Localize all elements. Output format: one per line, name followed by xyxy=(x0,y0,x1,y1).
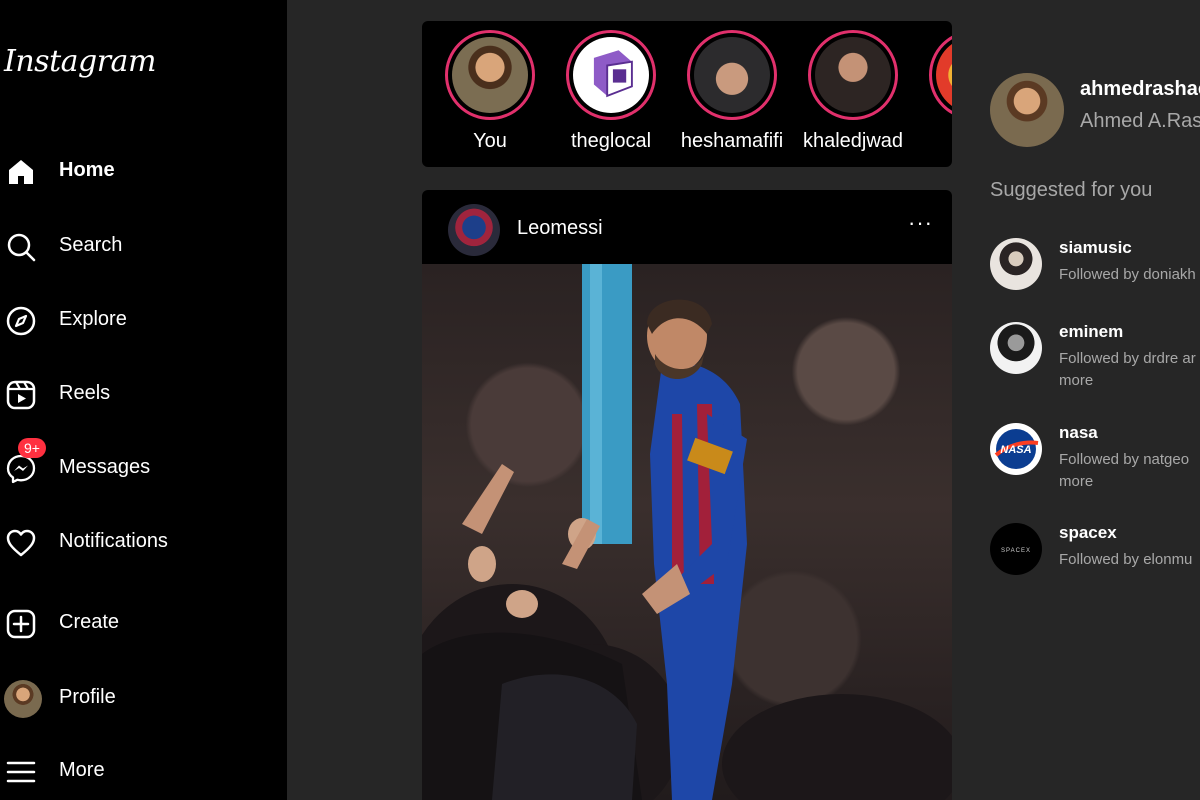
story-item[interactable]: zac xyxy=(906,30,952,160)
nav-home-label: Home xyxy=(59,159,115,181)
story-item[interactable]: khaledjwad xyxy=(785,30,905,160)
nav-create[interactable]: Create xyxy=(0,603,287,643)
suggestion-username[interactable]: siamusic xyxy=(1059,238,1132,258)
post-author-avatar[interactable] xyxy=(448,204,500,256)
nav-create-label: Create xyxy=(59,611,120,633)
suggestion-item[interactable]: siamusic Followed by doniakh xyxy=(990,238,1200,308)
unread-badge: 9+ xyxy=(18,438,46,458)
cube-logo-icon xyxy=(593,50,633,98)
story-username: theglocal xyxy=(570,130,652,152)
spacex-logo-icon[interactable]: SPACEX xyxy=(990,523,1042,575)
plus-square-icon xyxy=(5,608,37,640)
nav-notifications[interactable]: Notifications xyxy=(0,522,287,562)
svg-text:NASA: NASA xyxy=(1000,444,1031,456)
nav-explore-label: Explore xyxy=(59,308,127,330)
story-username: heshamafifi xyxy=(680,130,784,152)
post-photo-illustration xyxy=(422,264,952,800)
story-username: khaledjwad xyxy=(802,130,904,152)
spacex-wordmark-icon: SPACEX xyxy=(1001,548,1031,554)
story-avatar xyxy=(452,37,528,113)
suggestion-username[interactable]: nasa xyxy=(1059,423,1098,443)
stories-tray: You theglocal heshamafifi khaledjwad xyxy=(422,21,952,167)
story-username: You xyxy=(473,130,507,152)
suggestion-username[interactable]: eminem xyxy=(1059,322,1123,342)
nav-more[interactable]: More xyxy=(0,751,287,791)
reels-icon xyxy=(5,379,37,411)
search-icon xyxy=(5,231,37,263)
story-item[interactable]: heshamafifi xyxy=(664,30,784,160)
suggestion-followed-by: Followed by elonmu xyxy=(1059,551,1193,568)
nav-profile-label: Profile xyxy=(59,686,116,708)
nasa-meatball-icon: NASA xyxy=(994,429,1039,469)
nasa-logo-icon[interactable]: NASA xyxy=(990,423,1042,475)
nav-notifications-label: Notifications xyxy=(59,530,168,552)
suggestion-item[interactable]: SPACEX spacex Followed by elonmu xyxy=(990,523,1200,593)
suggestion-item[interactable]: eminem Followed by drdre ar more xyxy=(990,322,1200,402)
nav-reels[interactable]: Reels xyxy=(0,374,287,414)
suggestion-item[interactable]: NASA nasa Followed by natgeo more xyxy=(990,423,1200,503)
svg-text:SPACEX: SPACEX xyxy=(1001,548,1031,554)
suggestion-more-text: more xyxy=(1059,372,1094,389)
suggestion-followed-by: Followed by drdre ar xyxy=(1059,350,1196,367)
sidebar: Instagram Home Search Explore Reels 9+ M… xyxy=(0,0,287,800)
instagram-logo[interactable]: Instagram xyxy=(4,44,156,79)
current-user-username[interactable]: ahmedrashac xyxy=(1080,78,1200,101)
nav-reels-label: Reels xyxy=(59,382,111,404)
post-image[interactable] xyxy=(422,264,952,800)
story-item[interactable]: You xyxy=(422,30,542,160)
story-avatar xyxy=(815,37,891,113)
suggestion-avatar[interactable] xyxy=(990,238,1042,290)
post-author-username[interactable]: Leomessi xyxy=(517,217,603,240)
story-ring xyxy=(687,30,777,120)
avatar xyxy=(4,680,42,718)
story-ring xyxy=(929,30,952,120)
current-user-avatar[interactable] xyxy=(990,73,1064,147)
nav-search-label: Search xyxy=(59,234,123,256)
nav-more-label: More xyxy=(59,759,105,781)
nav-search[interactable]: Search xyxy=(0,226,287,266)
suggestion-followed-by: Followed by natgeo xyxy=(1059,451,1190,468)
hamburger-icon xyxy=(5,756,37,788)
current-user-fullname: Ahmed A.Ras xyxy=(1080,110,1200,132)
story-ring xyxy=(808,30,898,120)
suggestion-followed-by: Followed by doniakh xyxy=(1059,266,1196,283)
story-avatar xyxy=(936,37,952,113)
story-ring xyxy=(445,30,535,120)
suggestion-avatar[interactable] xyxy=(990,322,1042,374)
story-avatar xyxy=(573,37,649,113)
post-options-icon[interactable]: ··· xyxy=(908,210,933,236)
nav-messages-label: Messages xyxy=(59,456,151,478)
story-username: zac xyxy=(906,130,952,153)
suggestion-username[interactable]: spacex xyxy=(1059,523,1117,543)
suggestion-more-text: more xyxy=(1059,473,1094,490)
story-avatar xyxy=(694,37,770,113)
nav-home[interactable]: Home xyxy=(0,151,287,191)
heart-icon xyxy=(5,527,37,559)
nav-explore[interactable]: Explore xyxy=(0,300,287,340)
story-ring xyxy=(566,30,656,120)
story-item[interactable]: theglocal xyxy=(543,30,663,160)
compass-icon xyxy=(5,305,37,337)
nav-messages[interactable]: 9+ Messages xyxy=(0,438,287,488)
suggestions-heading: Suggested for you xyxy=(990,179,1153,201)
nav-profile[interactable]: Profile xyxy=(0,680,287,720)
feed-post: Leomessi ··· xyxy=(422,190,952,800)
home-icon xyxy=(5,156,37,188)
